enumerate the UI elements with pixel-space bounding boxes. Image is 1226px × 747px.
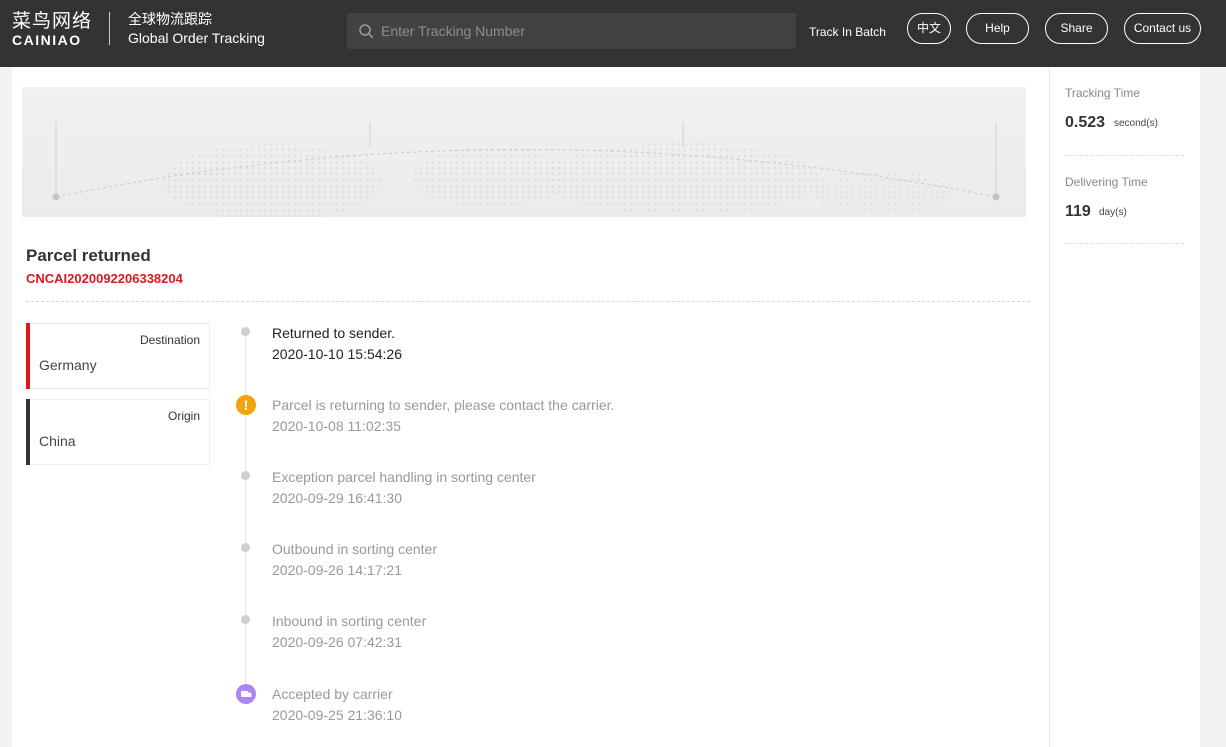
event-time: 2020-09-26 14:17:21: [272, 562, 402, 578]
event-description: Parcel is returning to sender, please co…: [272, 397, 615, 413]
tracking-number-input[interactable]: [381, 13, 781, 49]
timeline-dot: [241, 327, 250, 336]
origin-label: Origin: [167, 409, 200, 423]
stat-separator: [1065, 155, 1184, 156]
help-button[interactable]: Help: [966, 13, 1029, 44]
origin-card: Origin China: [26, 399, 210, 465]
destination-country: Germany: [39, 357, 97, 373]
timeline-dot: [241, 471, 250, 480]
event-description: Inbound in sorting center: [272, 613, 427, 629]
event-time: 2020-10-08 11:02:35: [272, 418, 401, 434]
section-divider: [26, 301, 1030, 302]
timeline-dot: [241, 615, 250, 624]
language-button[interactable]: 中文: [907, 13, 951, 44]
parcel-status-title: Parcel returned: [26, 246, 151, 265]
destination-card: Destination Germany: [26, 323, 210, 389]
origin-country: China: [39, 433, 76, 449]
timeline-dot: [241, 543, 250, 552]
logo-en[interactable]: CAINIAO: [12, 32, 82, 48]
product-name-cn: 全球物流跟踪: [128, 12, 212, 28]
destination-color-bar: [26, 323, 30, 389]
world-map-graphic: [52, 122, 1000, 217]
origin-color-bar: [26, 399, 30, 465]
warning-icon: !: [236, 395, 256, 415]
search-box: [347, 13, 796, 49]
tracking-time-value: 0.523: [1065, 114, 1106, 131]
product-name-en: Global Order Tracking: [128, 30, 265, 46]
logo-divider: [109, 12, 110, 45]
event-description: Outbound in sorting center: [272, 541, 437, 557]
event-time: 2020-10-10 15:54:26: [272, 346, 402, 362]
delivering-time-label: Delivering Time: [1065, 175, 1148, 189]
event-description: Exception parcel handling in sorting cen…: [272, 469, 536, 485]
event-time: 2020-09-26 07:42:31: [272, 634, 402, 650]
delivering-time-unit: day(s): [1099, 207, 1127, 218]
event-description: Returned to sender.: [272, 325, 395, 341]
tracking-time-unit: second(s): [1114, 118, 1158, 129]
delivering-time-value: 119: [1065, 203, 1091, 220]
route-map-banner: [22, 87, 1026, 217]
tracking-number: CNCAI2020092206338204: [26, 271, 183, 286]
contact-us-button[interactable]: Contact us: [1124, 13, 1201, 44]
truck-icon: [236, 684, 256, 704]
sidebar-divider: [1049, 67, 1050, 747]
destination-label: Destination: [139, 333, 200, 347]
event-description: Accepted by carrier: [272, 686, 393, 702]
timeline-line: [245, 330, 246, 695]
top-header: 菜鸟网络 CAINIAO 全球物流跟踪 Global Order Trackin…: [0, 0, 1226, 67]
stat-separator: [1065, 243, 1184, 244]
track-in-batch-link[interactable]: Track In Batch: [809, 24, 886, 40]
event-time: 2020-09-29 16:41:30: [272, 490, 402, 506]
logo-cn[interactable]: 菜鸟网络: [12, 10, 92, 32]
share-button[interactable]: Share: [1045, 13, 1108, 44]
event-time: 2020-09-25 21:36:10: [272, 707, 402, 723]
tracking-time-label: Tracking Time: [1065, 86, 1140, 100]
search-icon[interactable]: [358, 23, 374, 39]
